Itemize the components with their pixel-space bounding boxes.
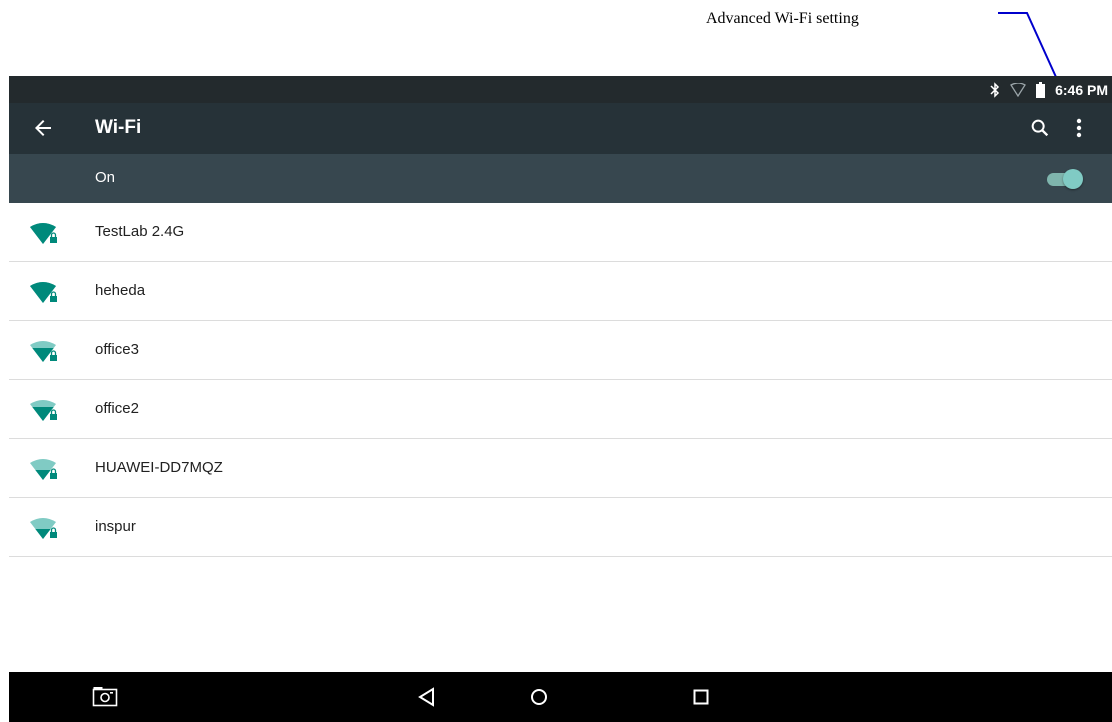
navigation-bar <box>9 672 1112 722</box>
recents-icon[interactable] <box>688 684 714 710</box>
status-bar: 6:46 PM <box>9 76 1112 103</box>
bluetooth-icon <box>990 81 1000 98</box>
back-arrow-icon[interactable] <box>31 116 55 140</box>
wifi-toggle-switch[interactable] <box>1045 168 1085 190</box>
wifi-signal-lock-icon <box>29 517 61 541</box>
more-vert-icon[interactable] <box>1071 116 1087 140</box>
wifi-signal-lock-icon <box>29 222 61 246</box>
screenshot-icon[interactable] <box>92 684 118 710</box>
battery-icon <box>1036 81 1046 98</box>
wifi-network-row[interactable]: HUAWEI-DD7MQZ <box>9 439 1112 498</box>
home-icon[interactable] <box>526 684 552 710</box>
network-ssid: HUAWEI-DD7MQZ <box>95 459 223 476</box>
back-icon[interactable] <box>414 684 440 710</box>
app-bar: Wi-Fi <box>9 103 1112 154</box>
status-time: 6:46 PM <box>1055 81 1108 98</box>
annotation-callout: Advanced Wi-Fi setting <box>0 0 1112 120</box>
page-title: Wi-Fi <box>95 117 142 138</box>
wifi-network-row[interactable]: office3 <box>9 321 1112 380</box>
wifi-network-row[interactable]: TestLab 2.4G <box>9 203 1112 262</box>
wifi-signal-lock-icon <box>29 458 61 482</box>
wifi-signal-lock-icon <box>29 340 61 364</box>
network-ssid: office3 <box>95 341 139 358</box>
wifi-master-switch-bar[interactable]: On <box>9 154 1112 203</box>
search-icon[interactable] <box>1029 117 1051 139</box>
network-ssid: inspur <box>95 518 136 535</box>
wifi-network-row[interactable]: inspur <box>9 498 1112 557</box>
network-ssid: office2 <box>95 400 139 417</box>
wifi-signal-icon <box>1010 82 1026 97</box>
wifi-network-row[interactable]: heheda <box>9 262 1112 321</box>
network-ssid: heheda <box>95 282 146 299</box>
network-ssid: TestLab 2.4G <box>95 223 185 240</box>
wifi-network-row[interactable]: office2 <box>9 380 1112 439</box>
wifi-signal-lock-icon <box>29 281 61 305</box>
wifi-network-list: TestLab 2.4G heheda office3 office2 HUAWEI-D… <box>9 203 1112 557</box>
switch-label: On <box>95 169 116 186</box>
toggle-thumb <box>1063 169 1083 189</box>
wifi-signal-lock-icon <box>29 399 61 423</box>
